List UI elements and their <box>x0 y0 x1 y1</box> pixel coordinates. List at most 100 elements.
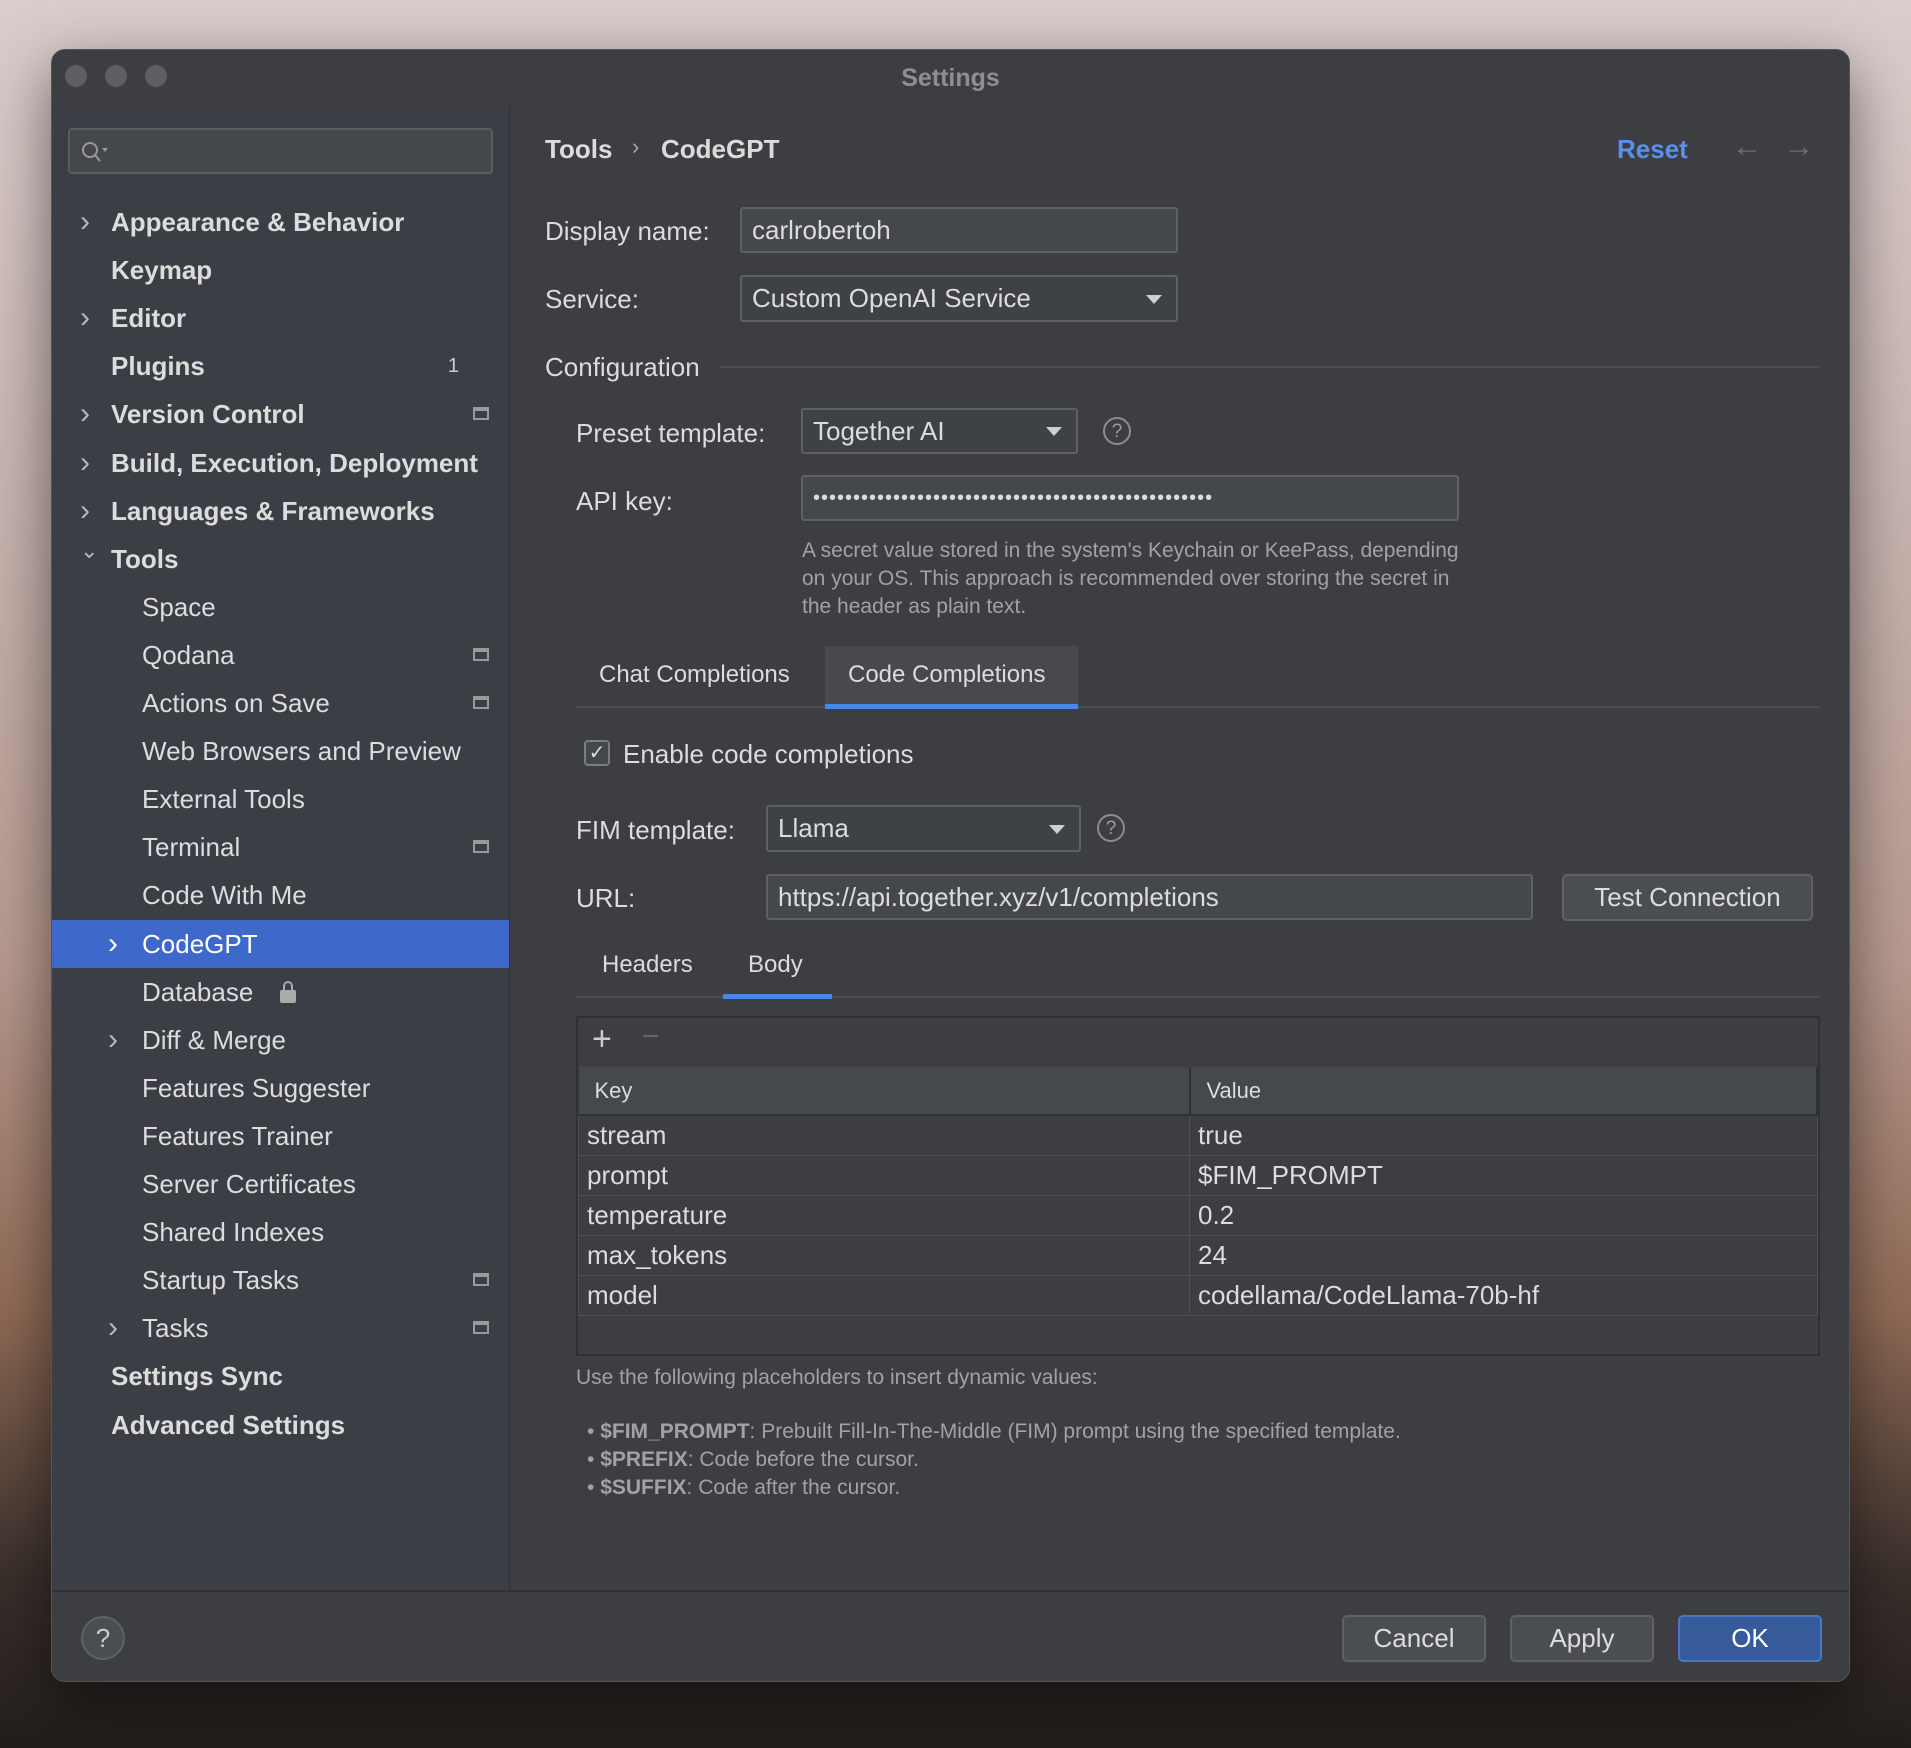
sidebar-item-diff-merge[interactable]: › Diff & Merge <box>52 1016 509 1064</box>
sidebar-item-database[interactable]: Database <box>52 968 509 1016</box>
active-subtab-indicator <box>723 994 832 999</box>
chevron-right-icon[interactable]: › <box>80 198 90 246</box>
chevron-right-icon[interactable]: › <box>108 920 118 968</box>
chevron-right-icon[interactable]: › <box>80 390 90 438</box>
table-row[interactable]: prompt $FIM_PROMPT <box>578 1154 1818 1196</box>
plugins-update-badge: 1 <box>447 355 459 378</box>
tab-chat-completions[interactable]: Chat Completions <box>599 661 790 689</box>
table-row[interactable]: temperature 0.2 <box>578 1194 1818 1236</box>
key-cell[interactable]: model <box>578 1274 1190 1316</box>
cancel-button[interactable]: Cancel <box>1342 1615 1486 1662</box>
fim-template-value: Llama <box>778 813 849 843</box>
url-input[interactable]: https://api.together.xyz/v1/completions <box>766 874 1533 920</box>
sidebar-item-advanced-settings[interactable]: Advanced Settings <box>52 1401 509 1449</box>
project-level-icon <box>473 696 489 709</box>
test-connection-button[interactable]: Test Connection <box>1562 874 1813 921</box>
sidebar-item-server-certificates[interactable]: Server Certificates <box>52 1160 509 1208</box>
sidebar-item-code-with-me[interactable]: Code With Me <box>52 871 509 919</box>
enable-code-completions-label[interactable]: Enable code completions <box>623 739 914 770</box>
breadcrumb-tools[interactable]: Tools <box>545 134 612 165</box>
tab-code-completions[interactable]: Code Completions <box>848 661 1045 689</box>
sidebar-item-label: Qodana <box>142 639 235 670</box>
sidebar-item-terminal[interactable]: Terminal <box>52 823 509 871</box>
back-arrow-icon[interactable]: ← <box>1732 130 1762 164</box>
table-row[interactable]: model codellama/CodeLlama-70b-hf <box>578 1274 1818 1316</box>
sidebar-item-tools[interactable]: ⌄ Tools <box>52 535 509 583</box>
reset-link[interactable]: Reset <box>1617 134 1688 165</box>
sidebar-item-codegpt[interactable]: › CodeGPT <box>52 919 509 968</box>
preset-template-dropdown[interactable]: Together AI <box>801 408 1078 454</box>
project-level-icon <box>473 840 489 854</box>
chevron-right-icon[interactable]: › <box>80 439 90 487</box>
column-header-key[interactable]: Key <box>578 1067 1191 1116</box>
chevron-down-icon <box>1046 427 1062 436</box>
subtab-body[interactable]: Body <box>748 951 803 979</box>
value-cell[interactable]: 0.2 <box>1189 1194 1818 1236</box>
sidebar-item-qodana[interactable]: Qodana <box>52 631 509 679</box>
sidebar-item-shared-indexes[interactable]: Shared Indexes <box>52 1208 509 1256</box>
column-header-value[interactable]: Value <box>1189 1067 1818 1116</box>
sidebar-item-label: CodeGPT <box>142 928 258 959</box>
api-key-input[interactable]: ••••••••••••••••••••••••••••••••••••••••… <box>801 475 1459 521</box>
table-row[interactable]: stream true <box>578 1114 1818 1156</box>
sidebar-item-label: Web Browsers and Preview <box>142 736 461 767</box>
sidebar-item-features-suggester[interactable]: Features Suggester <box>52 1064 509 1112</box>
hint-line: A secret value stored in the system's Ke… <box>802 539 1459 562</box>
placeholder-name: $PREFIX <box>600 1448 688 1471</box>
sidebar-item-plugins[interactable]: Plugins 1 <box>52 342 509 390</box>
chevron-right-icon[interactable]: › <box>108 1016 118 1064</box>
help-icon[interactable]: ? <box>1097 814 1125 842</box>
value-cell[interactable]: true <box>1189 1114 1818 1156</box>
display-name-input[interactable]: carlrobertoh <box>740 207 1178 253</box>
sidebar-item-tasks[interactable]: › Tasks <box>52 1304 509 1352</box>
table-row[interactable]: max_tokens 24 <box>578 1234 1818 1276</box>
search-input[interactable] <box>68 128 493 174</box>
apply-button[interactable]: Apply <box>1510 1615 1654 1662</box>
add-row-button[interactable]: + <box>592 1020 612 1059</box>
display-name-value: carlrobertoh <box>752 214 891 245</box>
sidebar-item-editor[interactable]: › Editor <box>52 294 509 342</box>
configuration-heading: Configuration <box>545 352 700 382</box>
sidebar-item-label: Settings Sync <box>111 1361 283 1392</box>
value-cell[interactable]: $FIM_PROMPT <box>1189 1154 1818 1196</box>
sidebar-item-languages-frameworks[interactable]: › Languages & Frameworks <box>52 487 509 535</box>
project-level-icon <box>473 1273 489 1287</box>
enable-code-completions-checkbox[interactable]: ✓ <box>584 740 610 766</box>
sidebar-item-features-trainer[interactable]: Features Trainer <box>52 1112 509 1160</box>
help-icon[interactable]: ? <box>1103 417 1131 445</box>
sidebar-item-build-execution-deployment[interactable]: › Build, Execution, Deployment <box>52 439 509 487</box>
subtab-headers[interactable]: Headers <box>602 951 693 979</box>
sidebar-item-actions-on-save[interactable]: Actions on Save <box>52 679 509 727</box>
chevron-down-icon[interactable]: ⌄ <box>80 527 98 575</box>
sidebar-item-settings-sync[interactable]: Settings Sync <box>52 1352 509 1400</box>
chevron-down-icon <box>1049 824 1065 834</box>
value-cell[interactable]: 24 <box>1189 1234 1818 1276</box>
chevron-right-icon[interactable]: › <box>108 1304 118 1352</box>
sidebar-item-web-browsers-and-preview[interactable]: Web Browsers and Preview <box>52 727 509 775</box>
sidebar-item-label: Shared Indexes <box>142 1217 325 1248</box>
key-cell[interactable]: stream <box>578 1114 1190 1156</box>
remove-row-button[interactable]: − <box>642 1020 660 1054</box>
sidebar-item-label: Features Suggester <box>142 1072 371 1103</box>
sidebar-item-startup-tasks[interactable]: Startup Tasks <box>52 1256 509 1304</box>
help-button[interactable]: ? <box>81 1616 125 1660</box>
key-cell[interactable]: prompt <box>578 1154 1190 1196</box>
key-cell[interactable]: temperature <box>578 1194 1190 1236</box>
key-cell[interactable]: max_tokens <box>578 1234 1190 1276</box>
sidebar-item-appearance-behavior[interactable]: › Appearance & Behavior <box>52 198 509 246</box>
sidebar-item-label: Keymap <box>111 255 213 286</box>
forward-arrow-icon[interactable]: → <box>1784 130 1814 164</box>
value-cell[interactable]: codellama/CodeLlama-70b-hf <box>1189 1274 1818 1316</box>
sidebar-item-space[interactable]: Space <box>52 583 509 631</box>
ok-button[interactable]: OK <box>1678 1615 1822 1662</box>
sidebar-item-label: Startup Tasks <box>142 1265 300 1296</box>
sidebar-item-version-control[interactable]: › Version Control <box>52 390 509 438</box>
placeholder-item: • $FIM_PROMPT: Prebuilt Fill-In-The-Midd… <box>587 1420 1401 1443</box>
fim-template-dropdown[interactable]: Llama <box>766 805 1081 852</box>
chevron-right-icon[interactable]: › <box>80 294 90 342</box>
service-dropdown[interactable]: Custom OpenAI Service <box>740 275 1178 322</box>
sidebar-item-keymap[interactable]: Keymap <box>52 246 509 294</box>
sidebar-item-label: Appearance & Behavior <box>111 207 405 237</box>
sidebar-item-external-tools[interactable]: External Tools <box>52 775 509 823</box>
sidebar-item-label: Code With Me <box>142 880 307 911</box>
